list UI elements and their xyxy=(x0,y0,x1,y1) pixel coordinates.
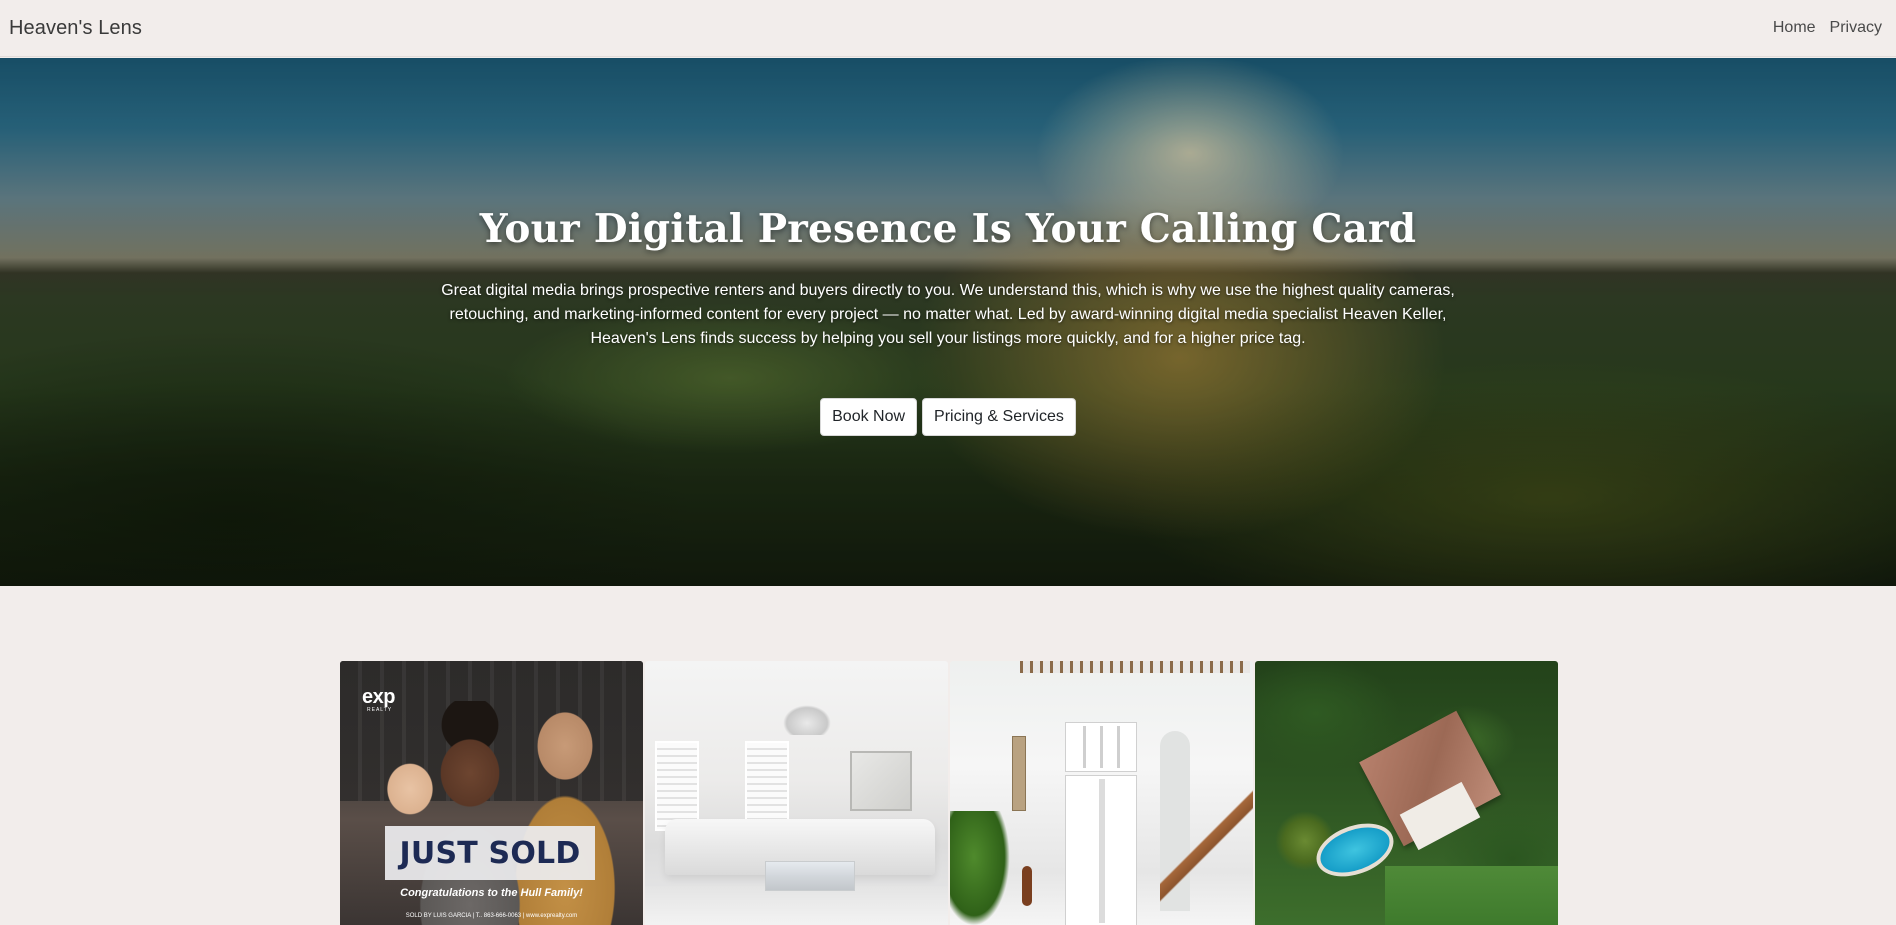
brand-link[interactable]: Heaven's Lens xyxy=(9,17,142,40)
living-window-right xyxy=(745,741,789,831)
living-floor xyxy=(645,886,948,925)
hero-title: Your Digital Presence Is Your Calling Ca… xyxy=(479,206,1417,252)
foyer-front-door xyxy=(1066,776,1136,925)
living-window-left xyxy=(655,741,699,831)
living-wall-art xyxy=(850,751,912,811)
foyer-railing xyxy=(1020,661,1250,673)
foyer-mirror xyxy=(1012,736,1026,811)
foyer-vase xyxy=(1022,866,1032,906)
hero-buttons: Book Now Pricing & Services xyxy=(0,398,1896,436)
book-now-button[interactable]: Book Now xyxy=(820,398,918,436)
exp-logo-sub: REALTY xyxy=(367,707,393,713)
foyer-transom-window xyxy=(1066,723,1136,771)
living-coffee-table xyxy=(765,861,855,891)
navbar: Heaven's Lens Home Privacy xyxy=(0,0,1896,57)
gallery-image-foyer[interactable] xyxy=(950,661,1253,925)
just-sold-banner: JUST SOLD xyxy=(385,826,595,880)
nav-links: Home Privacy xyxy=(1773,19,1887,37)
hero-description: Great digital media brings prospective r… xyxy=(441,282,1455,347)
gallery-image-aerial-estate[interactable] xyxy=(1255,661,1558,925)
chandelier xyxy=(783,705,831,735)
foyer-staircase xyxy=(1160,771,1253,925)
gallery-image-just-sold[interactable]: exp REALTY JUST SOLD Congratulations to … xyxy=(340,661,643,925)
gallery-image-living-room[interactable] xyxy=(645,661,948,925)
hero-banner: Your Digital Presence Is Your Calling Ca… xyxy=(0,58,1896,586)
exp-logo: exp xyxy=(362,686,395,708)
nav-link-home[interactable]: Home xyxy=(1773,19,1816,37)
aerial-lawn xyxy=(1385,866,1558,925)
nav-link-privacy[interactable]: Privacy xyxy=(1830,19,1882,37)
foyer-plant xyxy=(950,811,1010,925)
portfolio-gallery: exp REALTY JUST SOLD Congratulations to … xyxy=(340,661,1558,925)
sold-footer-text: SOLD BY LUIS GARCIA | T.. 863-666-0063 |… xyxy=(405,913,578,919)
pricing-services-button[interactable]: Pricing & Services xyxy=(922,398,1076,436)
sold-congrats-text: Congratulations to the Hull Family! xyxy=(400,887,583,899)
